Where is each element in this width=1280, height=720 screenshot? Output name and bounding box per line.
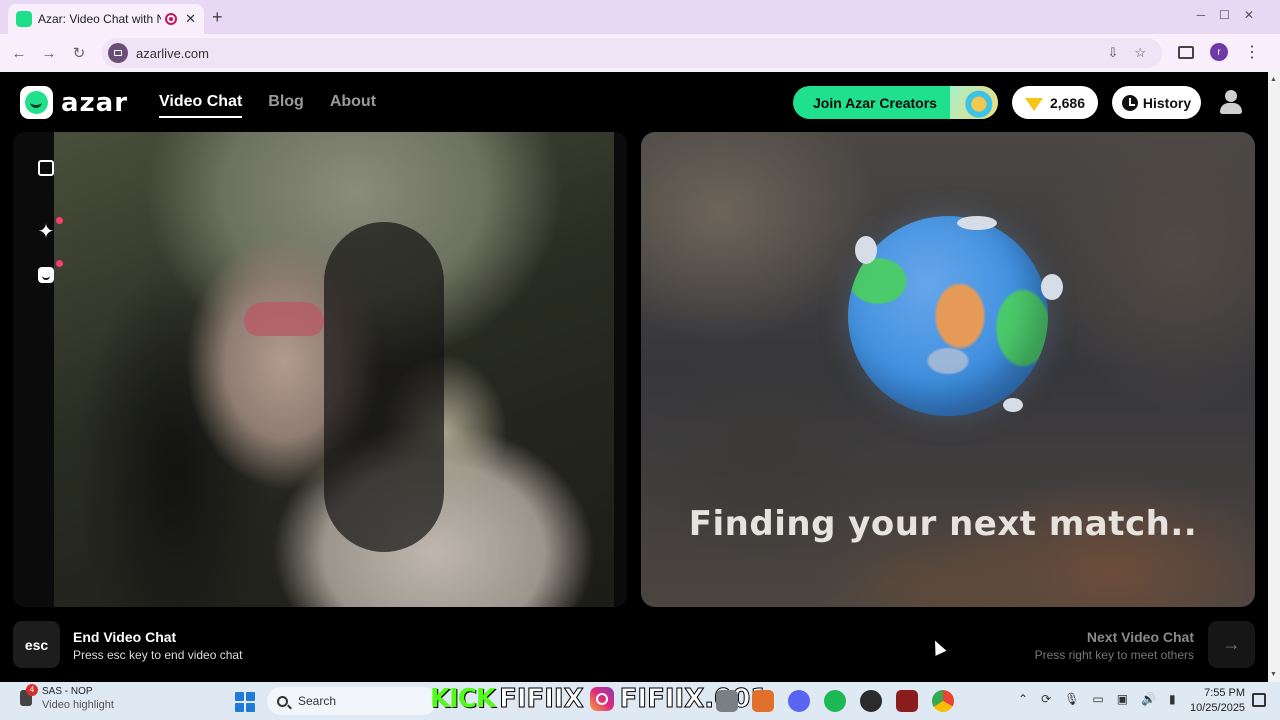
next-chat-arrow-button[interactable]: →: [1208, 621, 1255, 668]
search-icon: [277, 695, 288, 707]
notification-count-badge: 4: [26, 684, 38, 696]
device-icon[interactable]: ▭: [1092, 692, 1103, 706]
globe-icon: [848, 216, 1048, 416]
video-tools: ✦: [13, 132, 63, 607]
browser-tab-strip: Azar: Video Chat with New ✕ + ─☐✕: [0, 0, 1280, 34]
my-video-panel: ✦: [13, 132, 627, 607]
my-camera-feed: [54, 132, 614, 607]
nav-blog[interactable]: Blog: [268, 93, 304, 118]
network-icon[interactable]: ▣: [1117, 692, 1128, 706]
history-clock-icon: [1121, 94, 1138, 111]
effects-notification-dot: [56, 217, 63, 224]
pinned-apps: [716, 690, 954, 712]
spotify-icon[interactable]: [824, 690, 846, 712]
azar-logo-icon: [20, 86, 53, 119]
main-nav: Video Chat Blog About: [159, 93, 376, 118]
discord-icon[interactable]: [788, 690, 810, 712]
chrome-icon[interactable]: [932, 690, 954, 712]
mouse-cursor-icon: [929, 638, 947, 656]
cloud-decoration: [1003, 398, 1023, 412]
taskbar-clock[interactable]: 7:55 PM 10/25/2025: [1190, 686, 1245, 716]
system-tray: ⌃ ⟳ 🎙 ▭ ▣ 🔊 ▮: [1018, 692, 1176, 706]
taskbar-status-widget[interactable]: 4 SAS - NOP Video highlight: [20, 684, 114, 711]
history-button[interactable]: History: [1112, 86, 1201, 119]
azar-logo-text: azar: [61, 87, 129, 118]
cloud-decoration: [855, 236, 877, 264]
status-title: SAS - NOP: [42, 686, 93, 697]
scroll-up-icon[interactable]: ▲: [1270, 76, 1277, 83]
azar-logo[interactable]: azar: [20, 86, 128, 119]
page-scrollbar[interactable]: ▲ ▼: [1268, 72, 1280, 682]
history-label: History: [1142, 94, 1192, 111]
status-subtitle: Video highlight: [42, 699, 114, 711]
tray-chevron-icon[interactable]: ⌃: [1018, 692, 1028, 706]
new-tab-button[interactable]: +: [212, 7, 223, 28]
sticker-face-icon[interactable]: [36, 265, 56, 285]
site-info-icon[interactable]: [108, 43, 128, 63]
window-controls[interactable]: ─☐✕: [1197, 8, 1268, 22]
effects-sparkle-icon[interactable]: ✦: [36, 222, 56, 242]
windows-start-icon[interactable]: [235, 692, 255, 712]
match-panel: Finding your next match..: [641, 132, 1255, 607]
end-chat-hint: Press esc key to end video chat: [73, 648, 243, 662]
nav-about[interactable]: About: [330, 93, 376, 118]
next-chat-hint: Press right key to meet others: [1034, 648, 1194, 662]
windows-taskbar: 4 SAS - NOP Video highlight Search KICK …: [0, 682, 1280, 720]
battery-icon[interactable]: ▮: [1169, 692, 1176, 706]
obs-icon[interactable]: [860, 690, 882, 712]
volume-icon[interactable]: 🔊: [1141, 692, 1156, 706]
instagram-icon: [589, 687, 614, 711]
cloud-decoration: [957, 216, 997, 230]
sticker-notification-dot: [56, 260, 63, 267]
end-chat-key-button[interactable]: esc: [13, 621, 60, 668]
profile-avatar[interactable]: r: [1210, 43, 1228, 61]
azar-page: azar Video Chat Blog About Join Azar Cre…: [0, 72, 1268, 682]
gem-icon: [1024, 98, 1043, 111]
search-label: Search: [298, 694, 337, 708]
join-creators-label: Join Azar Creators: [813, 94, 937, 111]
scroll-down-icon[interactable]: ▼: [1270, 671, 1277, 678]
azar-favicon-icon: [16, 11, 32, 27]
browser-toolbar: ← → ↻ azarlive.com ⇩ ☆ r ⋮: [0, 34, 1280, 72]
browser-tab[interactable]: Azar: Video Chat with New ✕: [8, 4, 204, 34]
finding-match-text: Finding your next match..: [688, 504, 1198, 544]
recording-indicator-icon: [165, 13, 178, 25]
minimize-video-icon[interactable]: [36, 158, 56, 178]
sync-icon[interactable]: ⟳: [1041, 692, 1051, 706]
next-chat-title[interactable]: Next Video Chat: [1087, 629, 1194, 645]
microphone-icon[interactable]: 🎙: [1064, 692, 1079, 706]
creators-badge-icon: [950, 86, 998, 119]
voicemeeter-icon[interactable]: [896, 690, 918, 712]
nav-video-chat[interactable]: Video Chat: [159, 93, 243, 118]
notification-center-icon[interactable]: [1252, 693, 1266, 707]
forward-icon[interactable]: →: [34, 45, 64, 62]
side-panel-icon[interactable]: [1178, 45, 1194, 59]
tab-title: Azar: Video Chat with New: [38, 12, 162, 26]
bookmark-star-icon[interactable]: ☆: [1134, 45, 1146, 61]
back-icon[interactable]: ←: [4, 45, 34, 62]
kick-logo-text: KICK: [430, 684, 496, 714]
user-profile-icon[interactable]: [1217, 88, 1245, 116]
app-icon[interactable]: [752, 690, 774, 712]
install-app-icon[interactable]: ⇩: [1107, 45, 1118, 61]
browser-menu-icon[interactable]: ⋮: [1244, 42, 1260, 62]
clock-time: 7:55 PM: [1204, 687, 1246, 699]
tab-close-button[interactable]: ✕: [185, 11, 196, 27]
gems-count: 2,686: [1049, 94, 1086, 111]
join-creators-button[interactable]: Join Azar Creators: [793, 86, 998, 119]
status-app-icon: 4: [20, 684, 38, 706]
reload-icon[interactable]: ↻: [64, 44, 94, 62]
url-text[interactable]: azarlive.com: [136, 46, 1107, 61]
taskbar-search[interactable]: Search: [267, 687, 437, 715]
address-bar[interactable]: azarlive.com ⇩ ☆: [102, 38, 1162, 68]
end-chat-title[interactable]: End Video Chat: [73, 629, 176, 645]
cloud-decoration: [1041, 274, 1063, 300]
clock-date: 10/25/2025: [1190, 702, 1246, 714]
kick-username: FIFIIX: [499, 684, 585, 715]
gems-balance-button[interactable]: 2,686: [1012, 86, 1098, 119]
app-icon[interactable]: [716, 690, 738, 712]
